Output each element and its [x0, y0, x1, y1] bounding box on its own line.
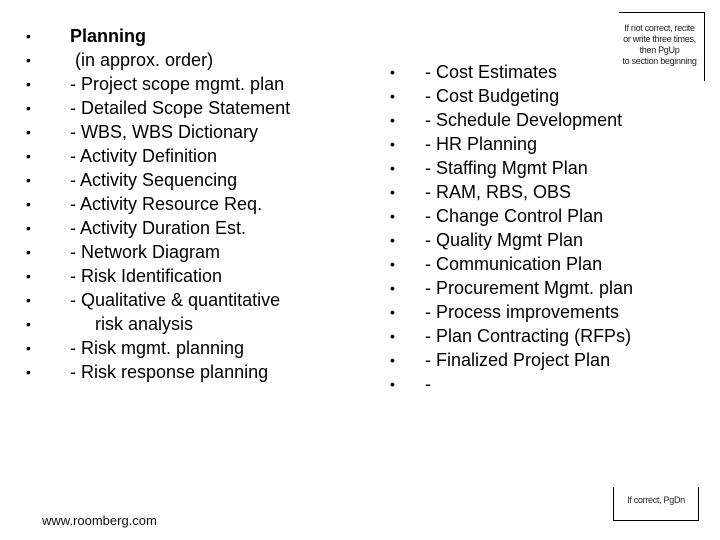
bullet-icon: •	[390, 376, 395, 392]
bullet-icon: •	[26, 340, 31, 356]
list-item-text: - Activity Definition	[70, 146, 218, 166]
bullet-icon: •	[26, 172, 31, 188]
list-item-text: - Staffing Mgmt Plan	[425, 158, 588, 178]
list-item-text: - Communication Plan	[425, 254, 603, 274]
list-item-text: - Process improvements	[425, 302, 620, 322]
list-item-text: -	[425, 374, 431, 394]
bullet-icon: •	[390, 112, 395, 128]
note-top-line: then PgUp	[639, 45, 680, 55]
list-item-text: - HR Planning	[425, 134, 538, 154]
list-item-text: - Procurement Mgmt. plan	[425, 278, 634, 298]
list-item-text: - Project scope mgmt. plan	[70, 74, 285, 94]
list-item-text: - RAM, RBS, OBS	[425, 182, 572, 202]
footer-url: www.roomberg.com	[42, 513, 157, 528]
list-item-text: Planning	[70, 26, 146, 46]
bullet-icon: •	[26, 76, 31, 92]
instruction-note-bottom: If correct, PgDn	[613, 487, 699, 521]
bullet-icon: •	[390, 88, 395, 104]
list-item-text: - Risk response planning	[70, 362, 269, 382]
list-item-text: risk analysis	[70, 314, 194, 334]
bullet-icon: •	[26, 268, 31, 284]
bullet-icon: •	[390, 304, 395, 320]
bullet-icon: •	[26, 220, 31, 236]
list-item-text: - Detailed Scope Statement	[70, 98, 291, 118]
list-item-text: - Risk Identification	[70, 266, 223, 286]
instruction-note-top: If not correct, recite or write three tim…	[619, 12, 705, 81]
bullet-icon: •	[26, 292, 31, 308]
list-item-text: - Plan Contracting (RFPs)	[425, 326, 632, 346]
list-item-text: - Quality Mgmt Plan	[425, 230, 584, 250]
bullet-icon: •	[26, 148, 31, 164]
list-item-text: - WBS, WBS Dictionary	[70, 122, 259, 142]
bullet-icon: •	[26, 124, 31, 140]
bullet-icon: •	[390, 160, 395, 176]
bullet-icon: •	[390, 184, 395, 200]
bullet-icon: •	[26, 28, 31, 44]
note-top-line: If not correct, recite	[624, 23, 695, 33]
list-item-text: - Activity Sequencing	[70, 170, 238, 190]
bullet-icon: •	[26, 244, 31, 260]
list-item-text: - Activity Duration Est.	[70, 218, 247, 238]
bullet-icon: •	[390, 64, 395, 80]
bullet-icon: •	[26, 196, 31, 212]
list-item-text: - Finalized Project Plan	[425, 350, 611, 370]
list-item-text: - Network Diagram	[70, 242, 221, 262]
bullet-icon: •	[390, 256, 395, 272]
list-item-text: (in approx. order)	[70, 50, 214, 70]
list-item-text: - Schedule Development	[425, 110, 623, 130]
list-item-text: - Risk mgmt. planning	[70, 338, 245, 358]
bullet-icon: •	[390, 232, 395, 248]
bullet-icon: •	[26, 100, 31, 116]
list-item-text: - Cost Estimates	[425, 62, 558, 82]
bullet-icon: •	[390, 136, 395, 152]
note-top-line: to section beginning	[622, 56, 697, 66]
list-item-text: - Cost Budgeting	[425, 86, 560, 106]
list-item-text: - Change Control Plan	[425, 206, 604, 226]
bullet-icon: •	[390, 328, 395, 344]
list-item-text: - Activity Resource Req.	[70, 194, 263, 214]
bullet-icon: •	[26, 316, 31, 332]
bullet-icon: •	[26, 364, 31, 380]
bullet-icon: •	[26, 52, 31, 68]
note-bottom-text: If correct, PgDn	[627, 495, 685, 505]
note-top-line: or write three times,	[623, 34, 696, 44]
bullet-icon: •	[390, 208, 395, 224]
bullet-icon: •	[390, 280, 395, 296]
list-item-text: - Qualitative & quantitative	[70, 290, 281, 310]
bullet-icon: •	[390, 352, 395, 368]
